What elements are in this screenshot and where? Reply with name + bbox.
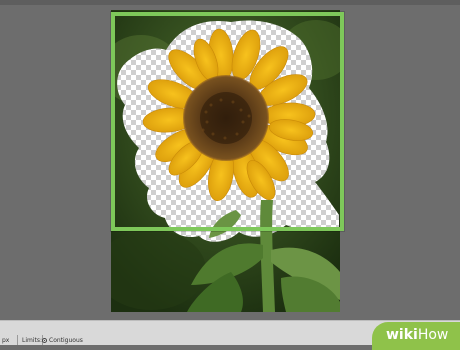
- limits-label: Limits:: [22, 337, 43, 344]
- status-units-text: px: [2, 337, 10, 344]
- contiguous-option[interactable]: Contiguous: [42, 337, 83, 344]
- watermark-part1: wiki: [386, 327, 418, 343]
- watermark-part2: How: [417, 327, 449, 343]
- status-separator: [17, 335, 18, 345]
- selection-border[interactable]: [111, 12, 344, 231]
- contiguous-label: Contiguous: [49, 337, 83, 344]
- wikihow-watermark: wikiHow: [372, 322, 460, 350]
- radio-icon[interactable]: [42, 338, 47, 343]
